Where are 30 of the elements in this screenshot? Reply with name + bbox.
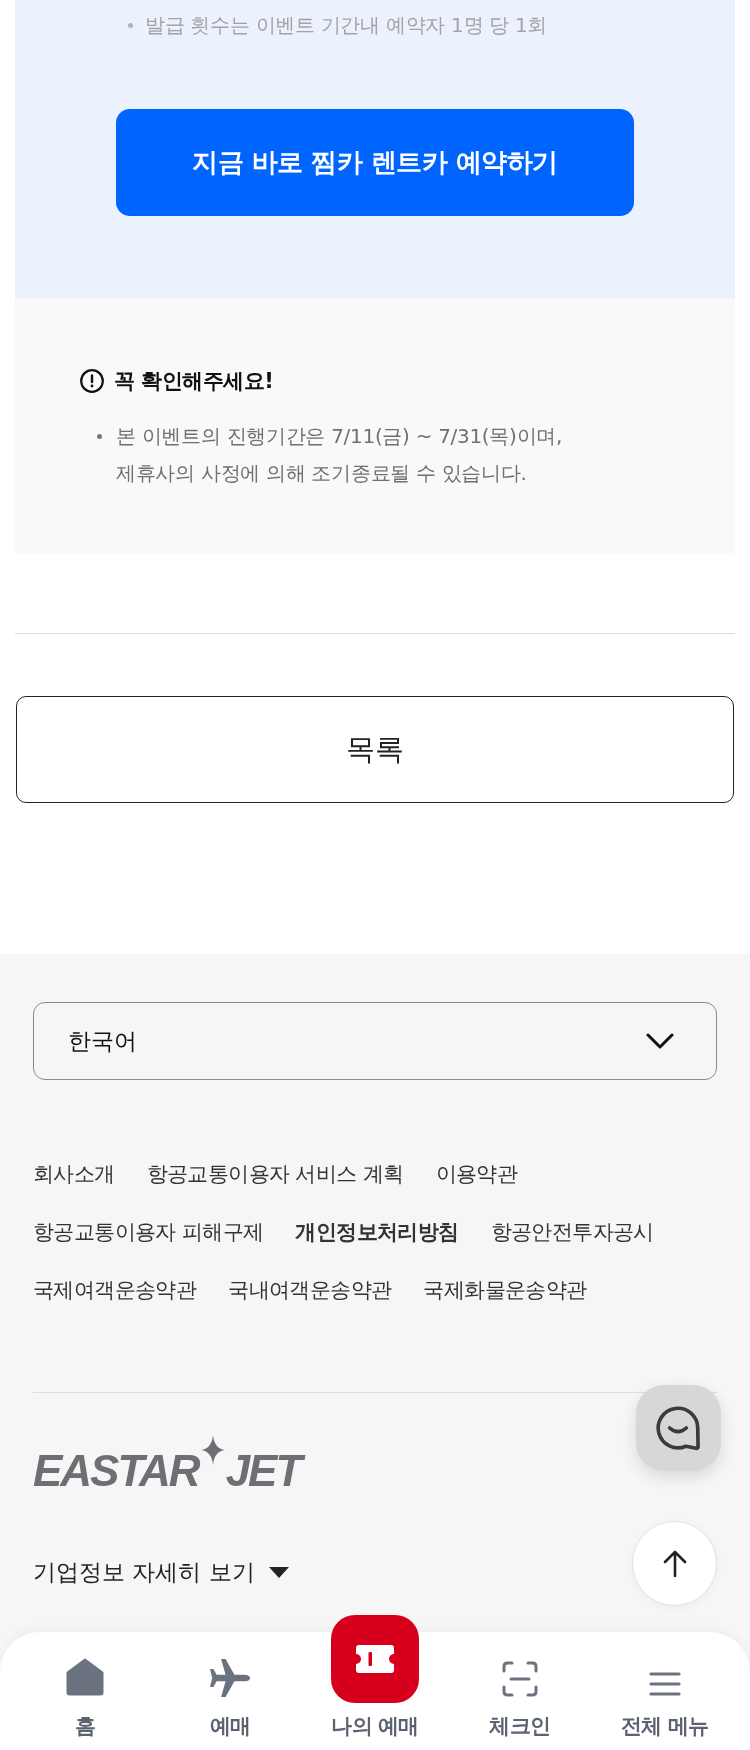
language-select[interactable]: 한국어 bbox=[33, 1002, 717, 1080]
footer-link[interactable]: 개인정보처리방침 bbox=[295, 1217, 459, 1247]
bottom-nav-item[interactable]: 체크인 bbox=[489, 1661, 551, 1750]
sparkle-icon bbox=[200, 1435, 225, 1465]
footer-link[interactable]: 국내여객운송약관 bbox=[228, 1275, 392, 1305]
caret-icon bbox=[268, 1566, 289, 1578]
footer-link[interactable]: 국제화물운송약관 bbox=[423, 1275, 587, 1305]
reserve-rental-car-button[interactable]: 지금 바로 찜카 렌트카 예약하기 bbox=[116, 109, 634, 216]
arrow-up-icon bbox=[662, 1549, 687, 1578]
chat-button[interactable] bbox=[636, 1385, 721, 1471]
company-info-toggle[interactable]: 기업정보 자세히 보기 bbox=[33, 1557, 289, 1587]
logo-wordmark: EASTAR bbox=[33, 1451, 199, 1491]
list-button[interactable]: 목록 bbox=[16, 696, 734, 803]
bottom-nav-item[interactable]: 예매 bbox=[210, 1659, 251, 1750]
footer-link[interactable]: 이용약관 bbox=[435, 1159, 518, 1189]
footer-link[interactable]: 항공교통이용자 서비스 계획 bbox=[146, 1159, 404, 1189]
bottom-nav-item[interactable]: 나의 예매 bbox=[331, 1615, 419, 1750]
notice-title: 꼭 확인해주세요! bbox=[114, 368, 274, 394]
footer-link[interactable]: 항공안전투자공시 bbox=[490, 1217, 654, 1247]
chevron-down-icon bbox=[646, 1033, 674, 1049]
footer-link[interactable]: 국제여객운송약관 bbox=[33, 1275, 197, 1305]
bottom-nav-item[interactable]: 홈 bbox=[65, 1657, 106, 1750]
bottom-nav-item[interactable]: 전체 메뉴 bbox=[620, 1671, 709, 1750]
footer-link[interactable]: 항공교통이용자 피해구제 bbox=[33, 1217, 264, 1247]
alert-icon bbox=[80, 369, 104, 393]
bullet-icon bbox=[97, 434, 102, 439]
bullet-text: 본 이벤트의 진행기간은 7/11(금) ~ 7/31(목)이며, 제휴사의 사정에 의해 조기종료될 수 있습니다. bbox=[116, 423, 563, 487]
footer-link[interactable]: 회사소개 bbox=[33, 1159, 115, 1189]
bullet-text: 발급 횟수는 이벤트 기간내 예약자 1명 당 1회 bbox=[145, 12, 548, 39]
bullet-icon bbox=[128, 23, 133, 28]
